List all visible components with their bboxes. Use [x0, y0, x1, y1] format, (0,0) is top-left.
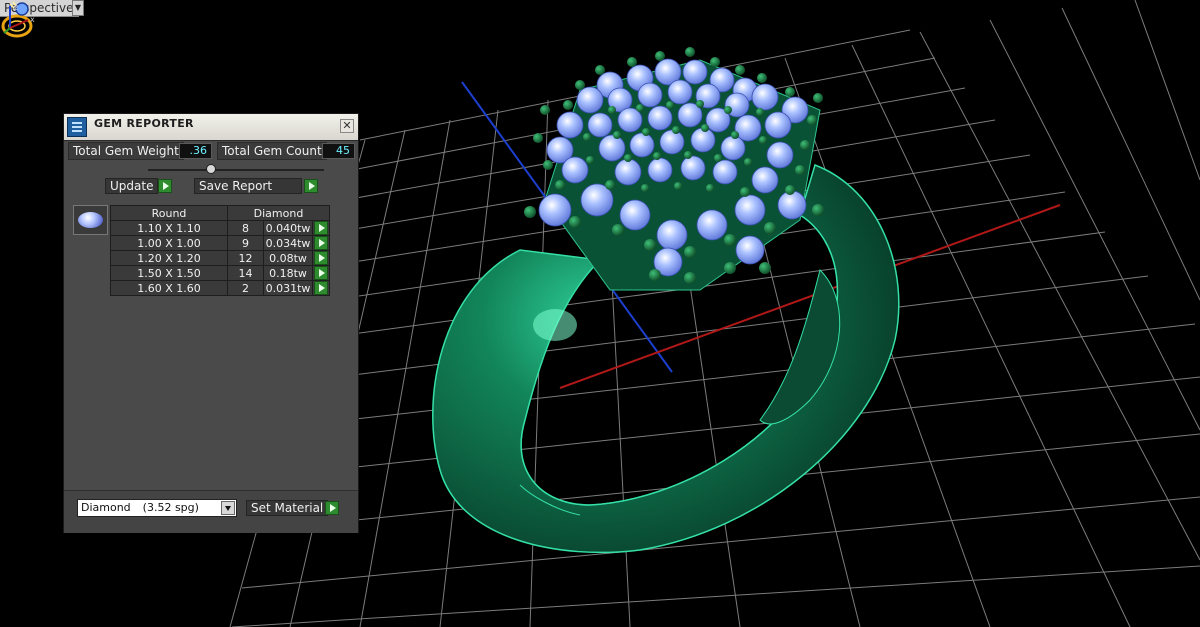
- table-row: 1.60 X 1.60 2 0.031tw: [110, 280, 330, 296]
- table-row: 1.20 X 1.20 12 0.08tw: [110, 250, 330, 266]
- gem-count-cell: 2: [227, 280, 264, 296]
- close-button[interactable]: ✕: [340, 119, 354, 133]
- gem-weight-cell: 0.031tw: [263, 280, 313, 296]
- viewport-dropdown-icon[interactable]: ▼: [72, 0, 84, 16]
- row-select-button[interactable]: [312, 220, 330, 236]
- total-gem-count-value: 45: [322, 143, 355, 159]
- header-material: Diamond: [227, 205, 330, 221]
- table-row: 1.00 X 1.00 9 0.034tw: [110, 235, 330, 251]
- update-go-icon[interactable]: [158, 179, 172, 193]
- gem-weight-cell: 0.18tw: [263, 265, 313, 281]
- header-shape: Round: [110, 205, 228, 221]
- gem-size-cell: 1.10 X 1.10: [110, 220, 228, 236]
- table-row: 1.50 X 1.50 14 0.18tw: [110, 265, 330, 281]
- round-gem-icon: [78, 212, 103, 228]
- gem-thumbnail: [73, 205, 108, 235]
- material-bar: Diamond (3.52 spg) Set Material: [64, 490, 358, 533]
- set-material-go-icon[interactable]: [325, 501, 339, 515]
- row-go-icon[interactable]: [314, 266, 328, 280]
- slider-handle[interactable]: [206, 164, 216, 174]
- material-name: Diamond: [81, 501, 131, 514]
- total-gem-weight-value: .36: [179, 143, 212, 159]
- gem-count-cell: 14: [227, 265, 264, 281]
- save-report-go-icon[interactable]: [304, 179, 318, 193]
- table-row: 1.10 X 1.10 8 0.040tw: [110, 220, 330, 236]
- row-go-icon[interactable]: [314, 236, 328, 250]
- row-go-icon[interactable]: [314, 281, 328, 295]
- gem-weight-cell: 0.08tw: [263, 250, 313, 266]
- gem-reporter-icon: [67, 117, 87, 137]
- gem-table: Round Diamond 1.10 X 1.10 8 0.040tw 1.00…: [110, 205, 330, 296]
- gem-size-cell: 1.00 X 1.00: [110, 235, 228, 251]
- gem-count-cell: 12: [227, 250, 264, 266]
- total-gem-count-label: Total Gem Count: [217, 142, 327, 160]
- chevron-down-icon[interactable]: [221, 501, 235, 515]
- update-button[interactable]: Update: [105, 178, 159, 194]
- svg-text:z: z: [14, 3, 18, 12]
- panel-title: GEM REPORTER: [94, 117, 194, 130]
- gem-size-cell: 1.60 X 1.60: [110, 280, 228, 296]
- set-material-button[interactable]: Set Material: [246, 500, 329, 516]
- gem-weight-cell: 0.040tw: [263, 220, 313, 236]
- row-select-button[interactable]: [312, 250, 330, 266]
- row-go-icon[interactable]: [314, 221, 328, 235]
- gem-reporter-panel: GEM REPORTER ✕ Total Gem Weight .36 Tota…: [63, 113, 359, 533]
- xyz-axis-icon: z x: [3, 3, 35, 34]
- row-go-icon[interactable]: [314, 251, 328, 265]
- material-density: (3.52 spg): [142, 501, 199, 514]
- row-select-button[interactable]: [312, 265, 330, 281]
- gem-weight-cell: 0.034tw: [263, 235, 313, 251]
- row-select-button[interactable]: [312, 235, 330, 251]
- slider-track[interactable]: [148, 169, 324, 171]
- material-select[interactable]: Diamond (3.52 spg): [77, 499, 237, 517]
- panel-titlebar[interactable]: GEM REPORTER ✕: [64, 114, 358, 141]
- gem-count-cell: 9: [227, 235, 264, 251]
- svg-text:x: x: [30, 15, 35, 24]
- gem-size-cell: 1.20 X 1.20: [110, 250, 228, 266]
- save-report-button[interactable]: Save Report: [194, 178, 302, 194]
- gem-size-cell: 1.50 X 1.50: [110, 265, 228, 281]
- row-select-button[interactable]: [312, 280, 330, 296]
- total-gem-weight-label: Total Gem Weight: [68, 142, 184, 160]
- gem-count-cell: 8: [227, 220, 264, 236]
